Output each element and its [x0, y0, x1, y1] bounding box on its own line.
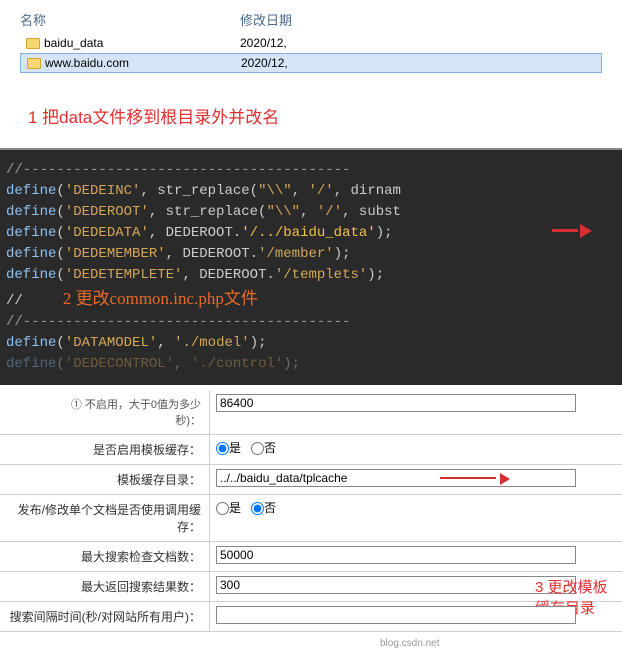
form-row: 发布/修改单个文档是否使用调用缓存： 是 否 — [0, 495, 622, 542]
code-line: //2 更改common.inc.php文件 — [6, 286, 616, 312]
column-headers: 名称 修改日期 — [20, 10, 602, 33]
doccache-yes-radio[interactable] — [216, 502, 229, 515]
max-search-docs-input[interactable] — [216, 546, 576, 564]
field-label: 最大返回搜索结果数： — [0, 572, 210, 601]
field-label: 模板缓存目录： — [0, 465, 210, 494]
code-line: //--------------------------------------… — [6, 160, 616, 181]
field-label: ① 不启用，大于0值为多少秒)： — [8, 396, 201, 428]
form-row: 搜索间隔时间(秒/对网站所有用户)： — [0, 602, 622, 632]
code-line: define('DEDEROOT', str_replace("\\", '/'… — [6, 202, 616, 223]
code-line: define('DEDECONTROL', './control'); — [6, 354, 616, 375]
code-line: //--------------------------------------… — [6, 312, 616, 333]
col-name: 名称 — [20, 10, 240, 29]
code-line: define('DATAMODEL', './model'); — [6, 333, 616, 354]
search-interval-input[interactable] — [216, 606, 576, 624]
tplcache-no-radio[interactable] — [251, 442, 264, 455]
field-label: 最大搜索检查文档数： — [0, 542, 210, 571]
form-row: ① 不启用，大于0值为多少秒)： — [0, 390, 622, 435]
code-line: define('DEDEDATA', DEDEROOT.'/../baidu_d… — [6, 223, 616, 244]
tplcache-dir-input[interactable] — [216, 469, 576, 487]
form-row: 是否启用模板缓存： 是 否 — [0, 435, 622, 465]
watermark: blog.csdn.net — [0, 632, 622, 649]
code-line: define('DEDEINC', str_replace("\\", '/',… — [6, 181, 616, 202]
tplcache-yes-radio[interactable] — [216, 442, 229, 455]
field-label: 发布/修改单个文档是否使用调用缓存： — [0, 495, 210, 541]
code-line: define('DEDETEMPLETE', DEDEROOT.'/temple… — [6, 265, 616, 286]
file-name: baidu_data — [44, 36, 103, 50]
file-date: 2020/12, — [241, 56, 288, 70]
annotation-1: 1 把data文件移到根目录外并改名 — [20, 73, 602, 143]
arrow-icon — [440, 473, 510, 485]
file-date: 2020/12, — [240, 36, 287, 50]
form-row: 模板缓存目录： — [0, 465, 622, 495]
field-label: 是否启用模板缓存： — [0, 435, 210, 464]
code-block: //--------------------------------------… — [0, 148, 622, 385]
form-row: 最大搜索检查文档数： — [0, 542, 622, 572]
table-row[interactable]: www.baidu.com 2020/12, — [20, 53, 602, 73]
settings-form: ① 不启用，大于0值为多少秒)： 是否启用模板缓存： 是 否 模板缓存目录： 发… — [0, 385, 622, 649]
table-row[interactable]: baidu_data 2020/12, — [20, 33, 602, 53]
form-row: 最大返回搜索结果数： 3 更改模板缓存目录 — [0, 572, 622, 602]
doccache-no-radio[interactable] — [251, 502, 264, 515]
file-explorer: 名称 修改日期 baidu_data 2020/12, www.baidu.co… — [0, 0, 622, 148]
file-name: www.baidu.com — [45, 56, 129, 70]
arrow-icon — [552, 224, 592, 238]
folder-icon — [27, 58, 41, 69]
folder-icon — [26, 38, 40, 49]
col-date: 修改日期 — [240, 10, 292, 29]
code-line: define('DEDEMEMBER', DEDEROOT.'/member')… — [6, 244, 616, 265]
max-results-input[interactable] — [216, 576, 576, 594]
cache-seconds-input[interactable] — [216, 394, 576, 412]
field-label: 搜索间隔时间(秒/对网站所有用户)： — [0, 602, 210, 631]
annotation-2: 2 更改common.inc.php文件 — [23, 289, 258, 308]
